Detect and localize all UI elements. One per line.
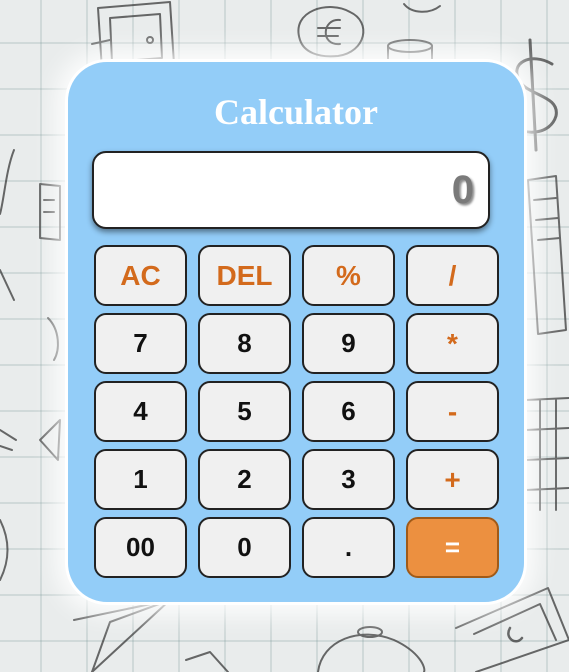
key-equals-button[interactable]: =: [406, 517, 499, 578]
key-decimal-button[interactable]: .: [302, 517, 395, 578]
key-ac-button[interactable]: AC: [94, 245, 187, 306]
key-add-button[interactable]: +: [406, 449, 499, 510]
key-subtract-button[interactable]: -: [406, 381, 499, 442]
key-00-button[interactable]: 00: [94, 517, 187, 578]
key-5-button[interactable]: 5: [198, 381, 291, 442]
calculator-panel: Calculator 0 AC DEL % / 7 8 9 * 4 5 6 - …: [65, 59, 527, 605]
key-7-button[interactable]: 7: [94, 313, 187, 374]
euro-coin-doodle: [297, 6, 365, 58]
key-del-button[interactable]: DEL: [198, 245, 291, 306]
key-percent-button[interactable]: %: [302, 245, 395, 306]
key-8-button[interactable]: 8: [198, 313, 291, 374]
key-9-button[interactable]: 9: [302, 313, 395, 374]
key-multiply-button[interactable]: *: [406, 313, 499, 374]
key-3-button[interactable]: 3: [302, 449, 395, 510]
key-4-button[interactable]: 4: [94, 381, 187, 442]
key-1-button[interactable]: 1: [94, 449, 187, 510]
key-divide-button[interactable]: /: [406, 245, 499, 306]
paper-plane-doodle: [73, 599, 171, 672]
key-6-button[interactable]: 6: [302, 381, 395, 442]
key-0-button[interactable]: 0: [198, 517, 291, 578]
calculator-title: Calculator: [214, 92, 378, 132]
piggy-bank-doodle: [317, 633, 426, 672]
key-2-button[interactable]: 2: [198, 449, 291, 510]
calculator-display: 0: [92, 151, 490, 229]
display-value: 0: [451, 168, 474, 212]
